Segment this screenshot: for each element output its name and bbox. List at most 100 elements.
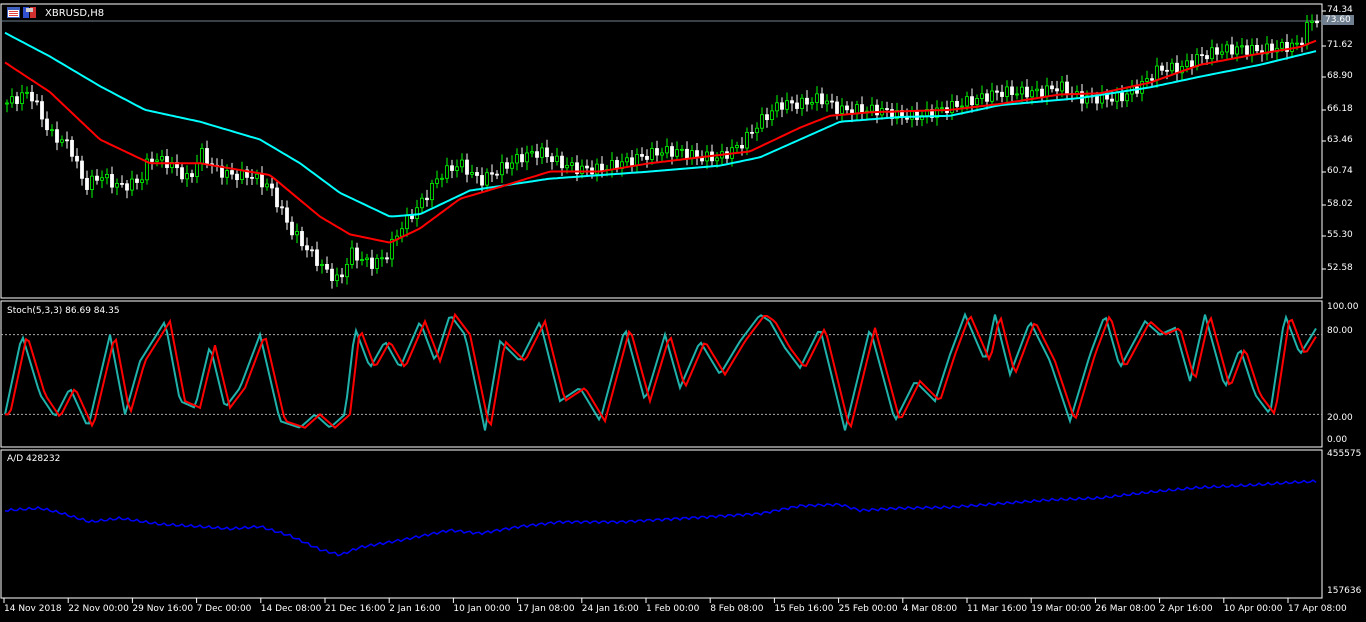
candle-body bbox=[1210, 47, 1214, 60]
candle-body bbox=[345, 264, 349, 278]
ad-line bbox=[4, 479, 1317, 557]
candle-body bbox=[460, 159, 464, 168]
candle-body bbox=[90, 175, 94, 190]
candle-body bbox=[1225, 44, 1229, 53]
candle-body bbox=[315, 249, 319, 266]
candle-body bbox=[355, 247, 359, 261]
stoch-signal-line bbox=[5, 312, 1317, 430]
candle-body bbox=[440, 177, 444, 180]
candle-body bbox=[200, 148, 204, 164]
candle-body bbox=[1040, 88, 1044, 98]
candle-body bbox=[755, 127, 759, 134]
candle-body bbox=[135, 178, 139, 183]
time-tick: 21 Dec 16:00 bbox=[325, 604, 386, 614]
price-tick: 71.62 bbox=[1327, 40, 1353, 50]
candle-body bbox=[990, 90, 994, 102]
candle-body bbox=[875, 104, 879, 116]
candle-body bbox=[205, 148, 209, 165]
candle-body bbox=[335, 274, 339, 282]
price-tick: 58.02 bbox=[1327, 199, 1353, 209]
candle-body bbox=[55, 129, 59, 143]
candle-body bbox=[405, 214, 409, 230]
candle-body bbox=[735, 145, 739, 149]
candle-body bbox=[660, 152, 664, 156]
candle-body bbox=[260, 173, 264, 188]
candle-body bbox=[480, 175, 484, 186]
candle-body bbox=[600, 163, 604, 171]
candle-body bbox=[110, 174, 114, 188]
candle-body bbox=[35, 100, 39, 103]
candle-body bbox=[1050, 85, 1054, 90]
candle-body bbox=[615, 160, 619, 170]
candle-body bbox=[675, 149, 679, 157]
candle-body bbox=[295, 231, 299, 236]
candle-body bbox=[570, 162, 574, 166]
candle-body bbox=[1010, 86, 1014, 95]
candle-body bbox=[1060, 81, 1064, 92]
candle-body bbox=[1315, 20, 1319, 24]
candle-body bbox=[520, 154, 524, 163]
candle-body bbox=[655, 148, 659, 156]
candle-body bbox=[980, 93, 984, 99]
candle-body bbox=[1025, 86, 1029, 98]
candle-body bbox=[470, 172, 474, 175]
candle-body bbox=[760, 114, 764, 129]
candle-body bbox=[140, 179, 144, 183]
candle-body bbox=[160, 156, 164, 161]
candle-body bbox=[505, 162, 509, 169]
candle-body bbox=[995, 90, 999, 93]
candle-body bbox=[300, 231, 304, 247]
candle-body bbox=[320, 263, 324, 266]
candle-body bbox=[360, 259, 364, 262]
candle-body bbox=[1165, 69, 1169, 72]
candle-body bbox=[1295, 42, 1299, 45]
candle-body bbox=[695, 150, 699, 158]
candle-body bbox=[1020, 86, 1024, 95]
price-tick: 68.90 bbox=[1327, 71, 1353, 81]
candle-body bbox=[525, 152, 529, 163]
stoch-panel-border bbox=[0, 300, 1323, 448]
time-tick: 11 Mar 16:00 bbox=[967, 604, 1028, 614]
candle-body bbox=[500, 162, 504, 176]
candle-body bbox=[85, 177, 89, 190]
chart-canvas[interactable] bbox=[0, 0, 1366, 622]
candle-body bbox=[1235, 46, 1239, 55]
candle-body bbox=[455, 166, 459, 171]
stoch-tick: 20.00 bbox=[1327, 413, 1353, 423]
candle-body bbox=[1280, 41, 1284, 49]
candle-body bbox=[25, 91, 29, 94]
candle-body bbox=[530, 151, 534, 154]
candle-body bbox=[10, 96, 14, 104]
candle-body bbox=[625, 157, 629, 163]
candle-body bbox=[870, 104, 874, 112]
candle-body bbox=[885, 108, 889, 110]
current-price-tag: 73.60 bbox=[1322, 15, 1354, 25]
candle-body bbox=[5, 102, 9, 105]
candle-body bbox=[1305, 22, 1309, 46]
price-tick: 52.58 bbox=[1327, 263, 1353, 273]
candle-body bbox=[1155, 65, 1159, 81]
candle-body bbox=[795, 102, 799, 109]
ad-label: A/D 428232 bbox=[7, 454, 61, 464]
candle-body bbox=[1120, 92, 1124, 102]
candle-body bbox=[550, 156, 554, 163]
candle-body bbox=[1035, 88, 1039, 92]
candle-body bbox=[1310, 20, 1314, 23]
symbol-icon bbox=[23, 7, 36, 18]
stoch-tick: 100.00 bbox=[1327, 302, 1359, 312]
candle-body bbox=[640, 154, 644, 157]
candle-body bbox=[225, 170, 229, 178]
time-tick: 19 Mar 00:00 bbox=[1031, 604, 1092, 614]
candle-body bbox=[80, 160, 84, 179]
candle-body bbox=[975, 98, 979, 106]
candle-body bbox=[430, 183, 434, 201]
candle-body bbox=[1055, 88, 1059, 92]
candle-body bbox=[350, 247, 354, 265]
ad-tick: 455575 bbox=[1327, 449, 1362, 459]
candle-body bbox=[815, 93, 819, 103]
candle-body bbox=[955, 101, 959, 107]
time-tick: 17 Apr 08:00 bbox=[1288, 604, 1347, 614]
time-tick: 2 Apr 16:00 bbox=[1159, 604, 1213, 614]
candle-body bbox=[650, 148, 654, 160]
candle-body bbox=[365, 257, 369, 261]
